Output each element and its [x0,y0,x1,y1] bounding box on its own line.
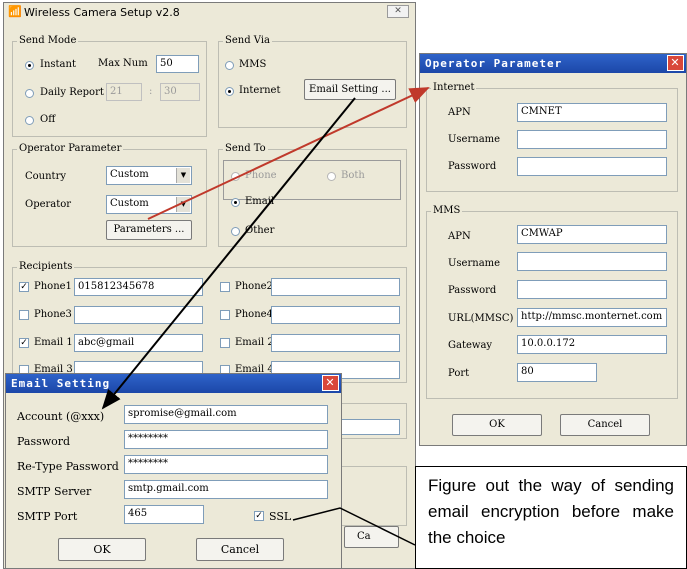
red-arrow-line [147,87,430,220]
callout-pointer-line [292,507,416,546]
black-arrow-line [101,97,356,410]
annotation-arrows [101,87,430,546]
